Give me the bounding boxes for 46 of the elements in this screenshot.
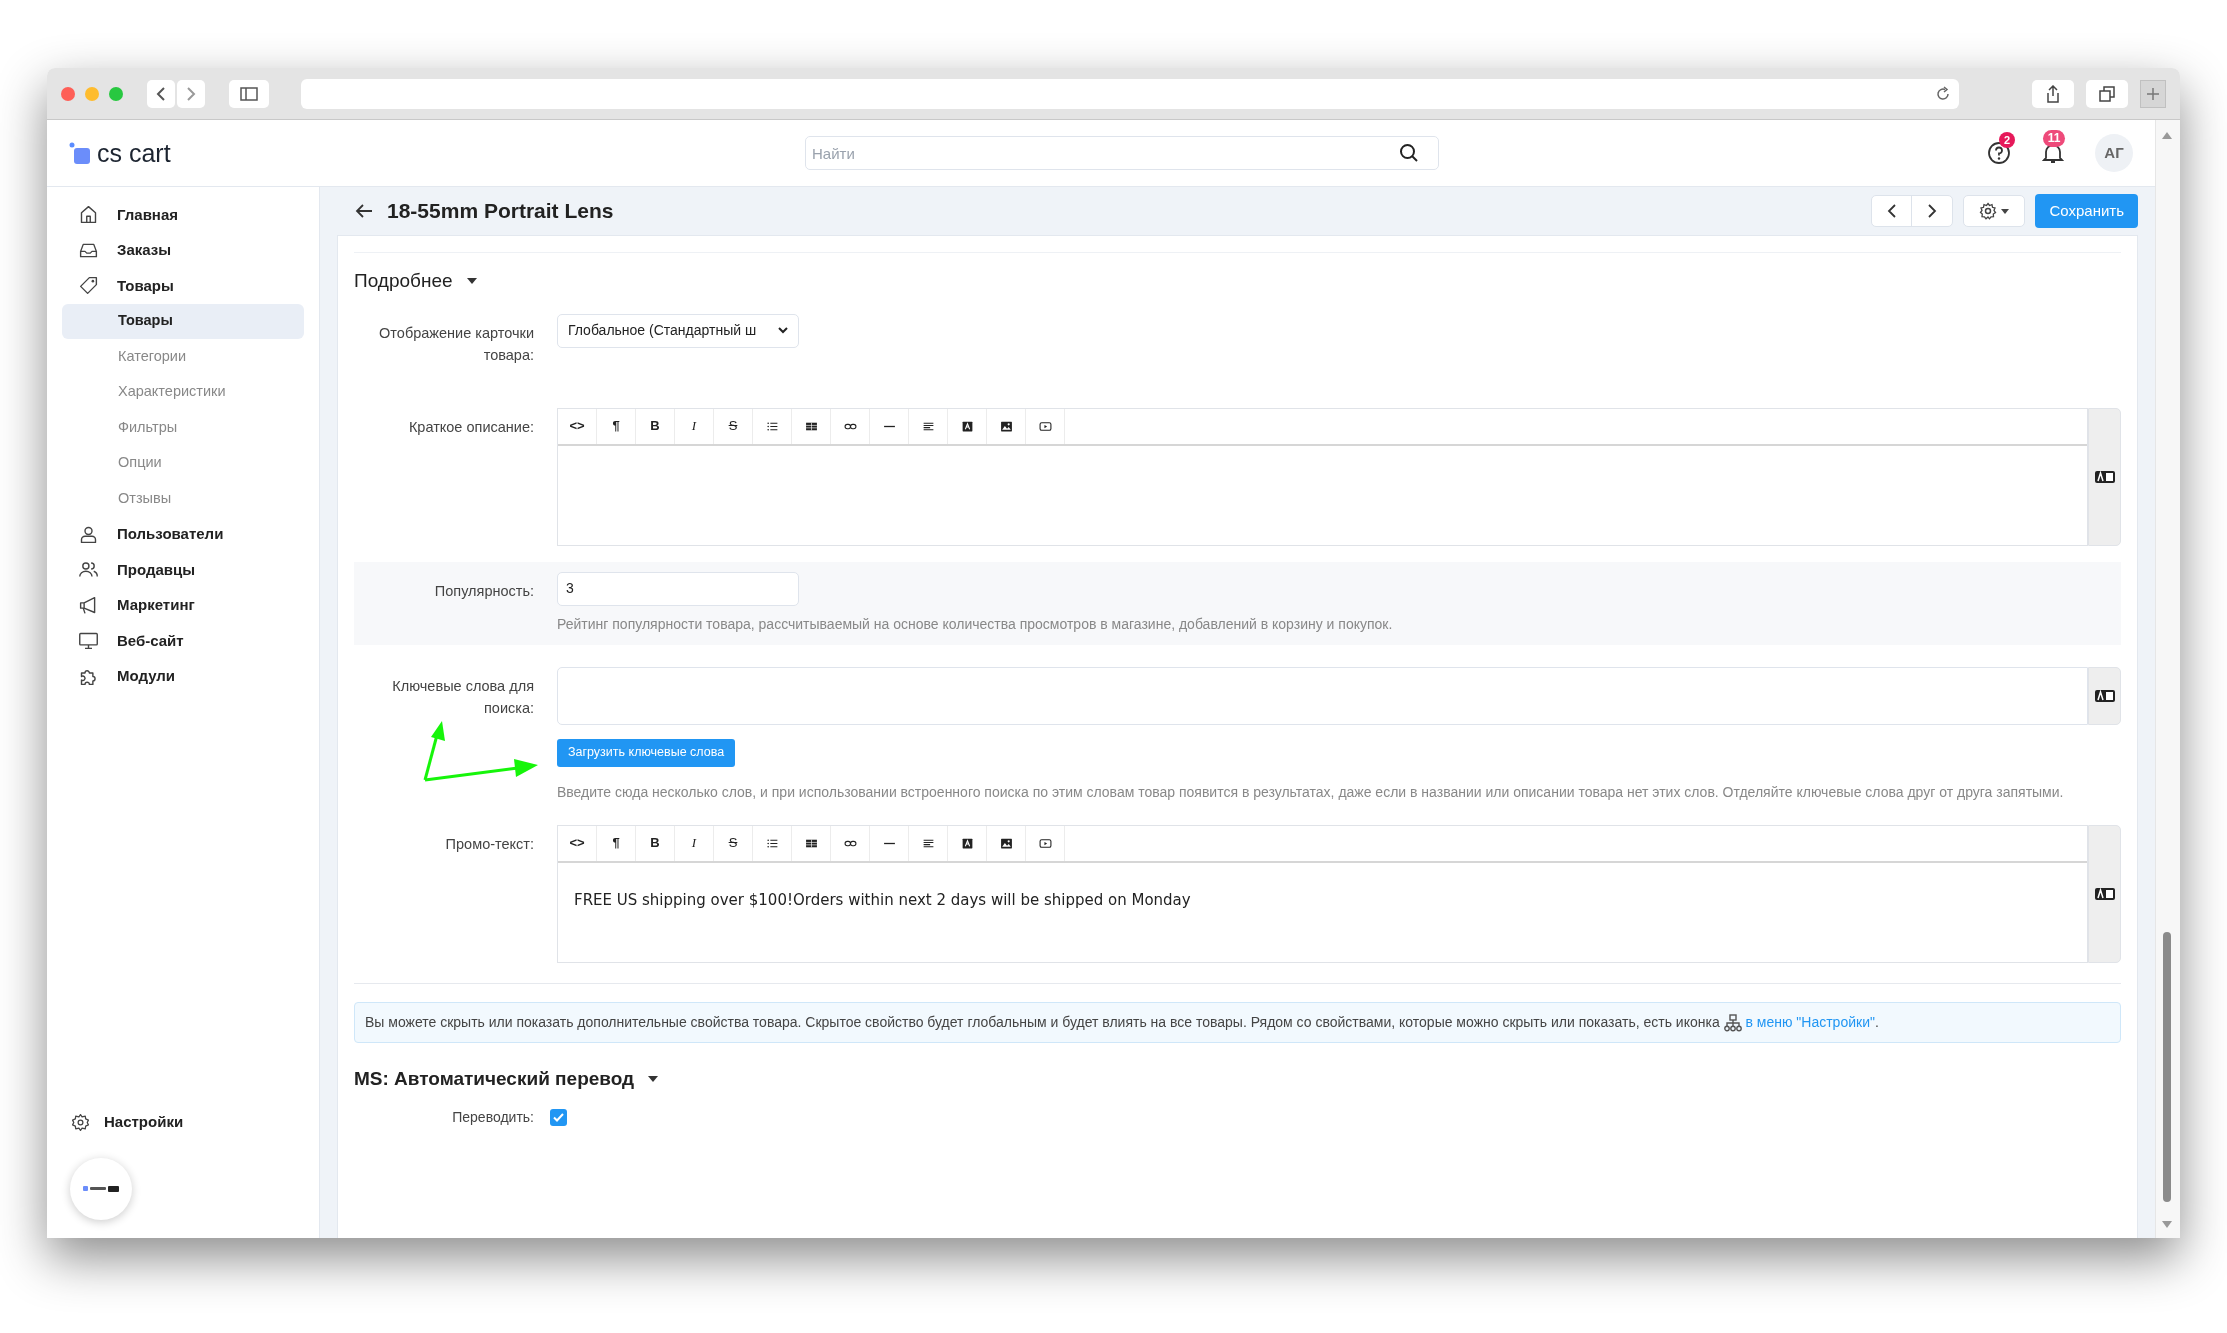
editor-body[interactable]: FREE US shipping over $100!Orders within next 2 days will be shipped on Monday: [558, 862, 2087, 962]
page-title: 18-55mm Portrait Lens: [387, 198, 614, 225]
field-label: Ключевые слова для поиска:: [391, 676, 534, 718]
sidebar-subitem[interactable]: Опции: [62, 445, 304, 481]
sidebar-subitem[interactable]: Характеристики: [62, 374, 304, 410]
search-field[interactable]: Найти: [805, 136, 1439, 170]
field-label: Промо-текст:: [444, 834, 534, 854]
sidebar-item[interactable]: Продавцы: [62, 552, 304, 588]
sidebar-item[interactable]: Заказы: [62, 232, 304, 268]
editor-text: FREE US shipping over $100!Orders within next 2 days will be shipped on Monday: [574, 890, 1191, 909]
input-field[interactable]: 3: [557, 571, 799, 606]
toolbar-button[interactable]: S: [714, 825, 753, 861]
help-text: Рейтинг популярности товара, рассчитываемый на основе количества просмотров в магазине, добавлений в корзину и покупок.: [557, 614, 1394, 634]
sidebar-subitem[interactable]: Фильтры: [62, 410, 304, 446]
toolbar-button[interactable]: B: [636, 825, 675, 861]
toolbar-button[interactable]: S: [714, 408, 753, 444]
field-label: Переводить:: [451, 1108, 534, 1127]
user-avatar[interactable]: АГ: [2095, 134, 2133, 172]
notification-badge: 11: [2043, 130, 2065, 147]
logo-text: cs cart: [97, 140, 171, 166]
sidebar-subitem[interactable]: Категории: [62, 339, 304, 375]
sidebar-item[interactable]: Веб-сайт: [62, 623, 304, 659]
sidebar-item[interactable]: Модули: [62, 658, 304, 694]
info-message: Вы можете скрыть или показать дополнительные свойства товара. Скрытое свойство будет глобальным и будет влиять на все товары. Рядом со свойствами, которые можно скрыть или показать, есть иконка в меню "Настройки".: [354, 1001, 2121, 1043]
sidebar-item[interactable]: Пользователи: [62, 516, 304, 552]
field-label: Отображение карточки товара:: [378, 323, 534, 365]
field-label: Краткое описание:: [407, 417, 534, 437]
toolbar-button[interactable]: B: [636, 408, 675, 444]
select-field[interactable]: Глобальное (Стандартный ш: [557, 313, 799, 348]
sidebar-subitem[interactable]: Товары: [62, 303, 304, 339]
sidebar-item[interactable]: Главная: [62, 197, 304, 233]
sidebar-item[interactable]: Маркетинг: [62, 587, 304, 623]
help-text: Введите сюда несколько слов, и при использовании встроенного поиска по этим словам товар появится в результатах, даже если в названии или описании товара нет этих слов. Отделяйте ключевые слова друг от друга запятыми.: [557, 782, 2065, 802]
notification-badge: 2: [1999, 132, 2015, 148]
toolbar-button[interactable]: ¶: [597, 825, 636, 861]
section-title[interactable]: MS: Автоматический перевод: [354, 1064, 635, 1093]
toolbar-button[interactable]: I: [675, 408, 714, 444]
toolbar-button[interactable]: ¶: [597, 408, 636, 444]
sidebar-subitem[interactable]: Отзывы: [62, 481, 304, 517]
sidebar-item[interactable]: Настройки: [62, 1105, 304, 1140]
field-label: Популярность:: [433, 581, 534, 601]
toolbar-button[interactable]: I: [675, 825, 714, 861]
sidebar-item[interactable]: Товары: [62, 268, 304, 304]
section-title[interactable]: Подробнее: [354, 267, 453, 296]
toolbar-button[interactable]: <>: [558, 408, 597, 444]
toolbar-button[interactable]: <>: [558, 825, 597, 861]
